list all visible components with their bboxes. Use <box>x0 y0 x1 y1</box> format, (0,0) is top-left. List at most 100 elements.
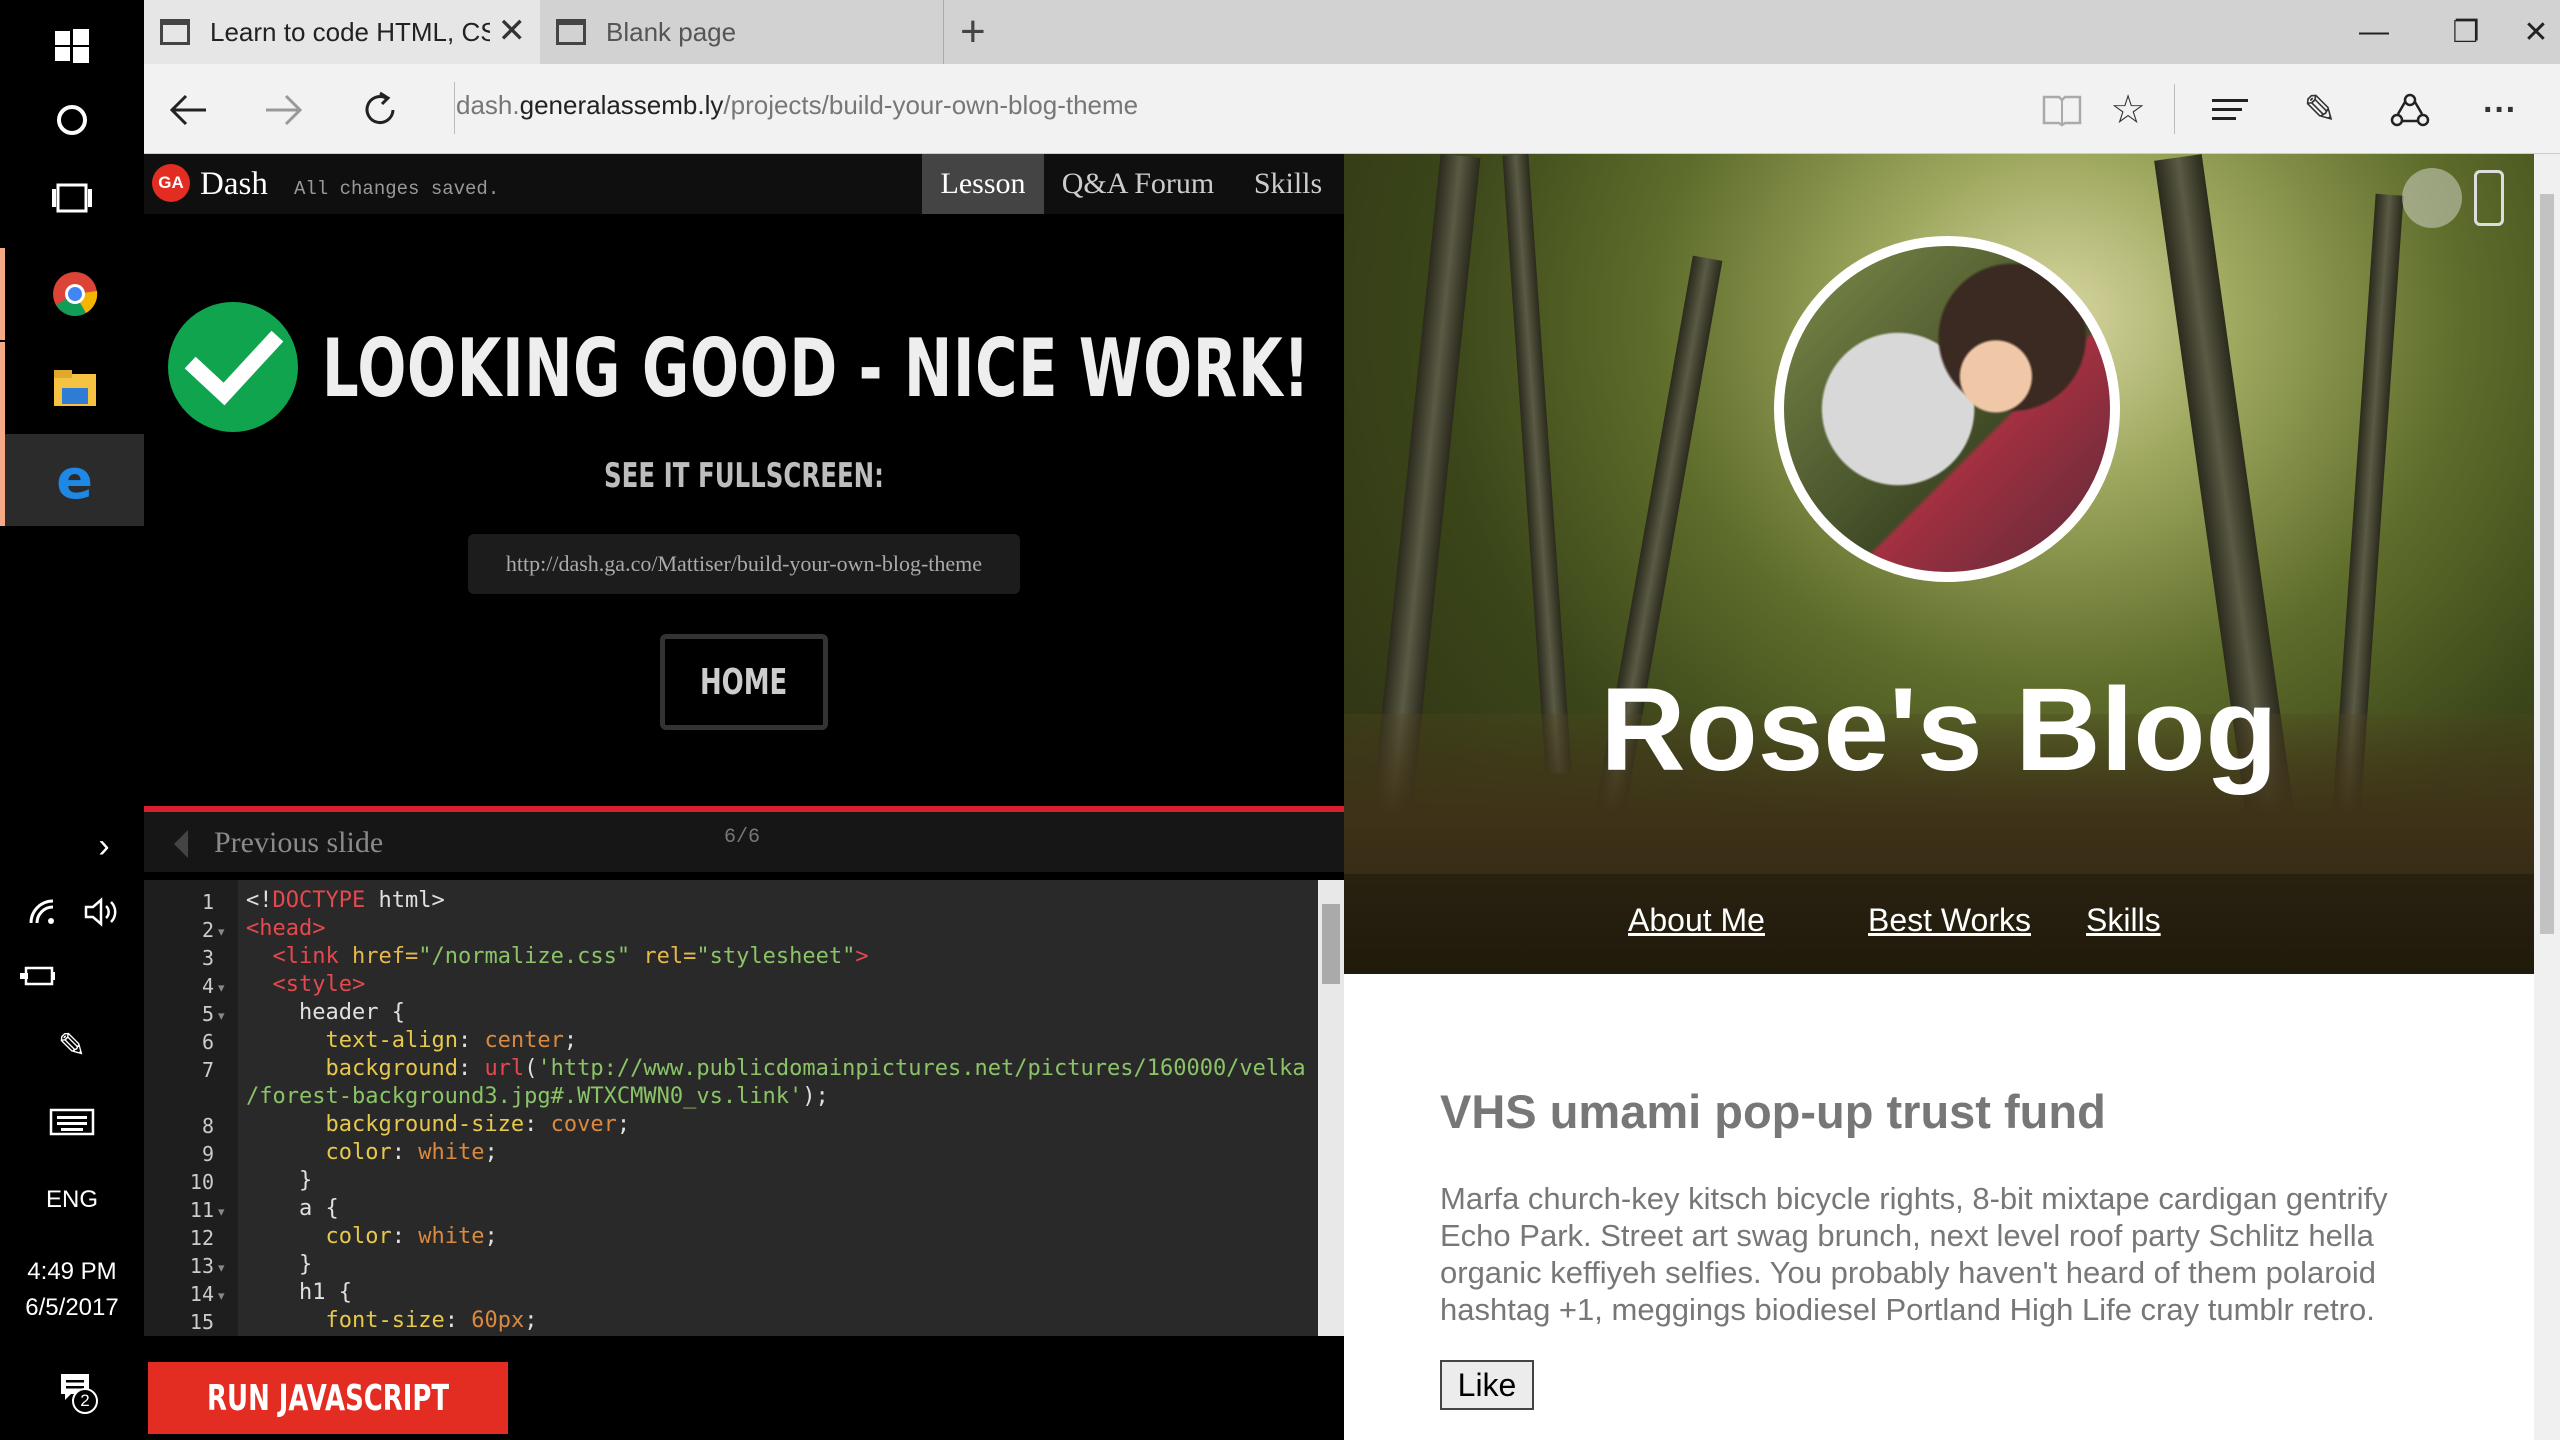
folder-icon <box>53 370 96 406</box>
tab-qa-forum[interactable]: Q&A Forum <box>1044 154 1232 214</box>
previous-slide-link[interactable]: Previous slide <box>214 826 383 860</box>
volume-icon[interactable] <box>80 890 124 934</box>
web-note-icon[interactable]: ✎ <box>2290 80 2350 140</box>
chrome-taskbar-button[interactable] <box>0 248 144 340</box>
line-number-gutter: 1 2 3 4 5 6 7 8 9 10 11 12 13 14 15 ▾ ▾ … <box>144 880 238 1336</box>
hub-icon[interactable] <box>2200 80 2260 140</box>
share-icon[interactable] <box>2380 80 2440 140</box>
nav-link-best-works[interactable]: Best Works <box>1868 902 2031 939</box>
task-view-icon <box>52 183 92 213</box>
dash-title[interactable]: Dash <box>200 166 268 203</box>
new-tab-plus-icon[interactable]: + <box>960 10 986 54</box>
close-window-icon[interactable]: ✕ <box>2512 0 2560 64</box>
tab-learn-to-code[interactable]: Learn to code HTML, CS ✕ <box>144 0 540 64</box>
code-line: <style> <box>272 972 366 997</box>
favorite-star-icon[interactable]: ☆ <box>2098 80 2158 140</box>
fullscreen-label: SEE IT FULLSCREEN: <box>604 456 884 496</box>
success-heading: LOOKING GOOD - NICE WORK! <box>322 322 1311 415</box>
page-icon <box>160 19 190 45</box>
restore-icon[interactable]: ❐ <box>2420 0 2512 64</box>
show-hidden-icons-chevron-icon[interactable]: › <box>84 826 124 866</box>
run-button-label: RUN JAVASCRIPT <box>206 1377 450 1419</box>
fold-arrow-icon[interactable]: ▾ <box>218 1204 225 1220</box>
close-tab-icon[interactable]: ✕ <box>498 14 527 48</box>
slide-counter: 6/6 <box>724 826 761 849</box>
save-status: All changes saved. <box>294 178 500 200</box>
line-number: 7 <box>201 1058 214 1082</box>
like-button[interactable]: Like <box>1440 1360 1534 1410</box>
line-number: 5 <box>201 1002 214 1026</box>
success-checkmark-icon <box>168 302 298 432</box>
blog-nav: About Me Best Works Skills <box>1344 874 2534 974</box>
blog-preview-pane: Rose's Blog About Me Best Works Skills V… <box>1344 154 2560 1440</box>
fold-arrow-icon[interactable]: ▾ <box>218 1008 225 1024</box>
fold-arrow-icon[interactable]: ▾ <box>218 924 225 940</box>
mobile-preview-icon[interactable] <box>2474 170 2504 226</box>
task-view-button[interactable] <box>0 152 144 244</box>
code-line: } <box>246 1252 313 1277</box>
home-button[interactable]: HOME <box>660 634 828 730</box>
address-prefix: dash. <box>456 90 520 120</box>
code-editor[interactable]: 1 2 3 4 5 6 7 8 9 10 11 12 13 14 15 ▾ ▾ … <box>144 880 1344 1336</box>
code-line: <link href="/normalize.css" rel="stylesh… <box>272 944 869 969</box>
ga-logo[interactable]: GA <box>152 164 190 202</box>
fold-arrow-icon[interactable]: ▾ <box>218 1260 225 1276</box>
fullscreen-url-field[interactable]: http://dash.ga.co/Mattiser/build-your-ow… <box>468 534 1020 594</box>
tab-lesson[interactable]: Lesson <box>922 154 1044 214</box>
line-number: 15 <box>189 1310 214 1334</box>
refresh-icon[interactable] <box>350 80 410 140</box>
line-number: 12 <box>189 1226 214 1250</box>
minimize-icon[interactable]: — <box>2328 0 2420 64</box>
code-line: font-size: 60px; <box>325 1308 538 1333</box>
editor-scrollbar[interactable] <box>1318 880 1344 1336</box>
dash-top-bar: GA Dash All changes saved. Lesson Q&A Fo… <box>144 154 1344 214</box>
address-path: /projects/build-your-own-blog-theme <box>723 90 1139 120</box>
battery-plug-icon[interactable] <box>18 956 58 996</box>
preview-toggle-button[interactable] <box>2402 168 2462 228</box>
code-line: text-align: center; <box>325 1028 578 1053</box>
code-line: /forest-background3.jpg#.WTXCMWN0_vs.lin… <box>246 1084 829 1109</box>
browser-chrome: Learn to code HTML, CS ✕ Blank page + — … <box>144 0 2560 154</box>
file-explorer-taskbar-button[interactable] <box>0 342 144 434</box>
line-number: 10 <box>189 1170 214 1194</box>
clock-time[interactable]: 4:49 PM <box>0 1256 144 1288</box>
fold-arrow-icon[interactable]: ▾ <box>218 1288 225 1304</box>
notification-count-badge: 2 <box>72 1388 98 1414</box>
wifi-icon[interactable] <box>22 892 62 932</box>
touch-keyboard-icon[interactable] <box>48 1106 96 1138</box>
forward-arrow-icon[interactable] <box>254 80 314 140</box>
input-language[interactable]: ENG <box>0 1182 144 1218</box>
tab-skills[interactable]: Skills <box>1232 154 1344 214</box>
tab-label: Blank page <box>606 16 737 47</box>
pen-workspace-icon[interactable]: ✎ <box>50 1024 94 1068</box>
tab-blank-page[interactable]: Blank page <box>540 0 944 64</box>
more-options-icon[interactable]: ··· <box>2470 80 2530 140</box>
run-javascript-button[interactable]: RUN JAVASCRIPT <box>148 1362 508 1434</box>
line-number: 9 <box>201 1142 214 1166</box>
slide-navigation-bar: Previous slide 6/6 <box>144 812 1344 872</box>
address-bar[interactable]: dash.generalassemb.ly/projects/build-you… <box>456 90 1138 121</box>
previous-arrow-icon[interactable] <box>174 830 188 858</box>
code-line: color: white; <box>325 1140 498 1165</box>
edge-taskbar-button[interactable]: e <box>0 434 144 526</box>
nav-link-about-me[interactable]: About Me <box>1628 902 1765 939</box>
reading-view-icon[interactable] <box>2032 80 2092 140</box>
code-line: color: white; <box>325 1224 498 1249</box>
nav-link-skills[interactable]: Skills <box>2086 902 2161 939</box>
address-separator <box>454 82 455 134</box>
fold-arrow-icon[interactable]: ▾ <box>218 980 225 996</box>
code-line: <!DOCTYPE html> <box>246 888 445 913</box>
windows-taskbar: e › ✎ ENG 4:49 PM 6/5/2017 2 <box>0 0 144 1440</box>
blog-title: Rose's Blog <box>1600 664 2278 796</box>
blog-header: Rose's Blog About Me Best Works Skills <box>1344 154 2534 974</box>
cortana-circle-icon <box>57 105 87 135</box>
tab-bar: Learn to code HTML, CS ✕ Blank page + — … <box>144 0 2560 64</box>
address-host: generalassemb.ly <box>519 90 724 120</box>
clock-date[interactable]: 6/5/2017 <box>0 1292 144 1324</box>
preview-scroll-thumb[interactable] <box>2540 194 2554 934</box>
action-center-button[interactable]: 2 <box>50 1362 100 1414</box>
preview-scrollbar[interactable] <box>2534 154 2560 1440</box>
editor-scroll-thumb[interactable] <box>1322 904 1340 984</box>
back-arrow-icon[interactable] <box>158 80 218 140</box>
windows-logo-icon <box>55 29 89 63</box>
